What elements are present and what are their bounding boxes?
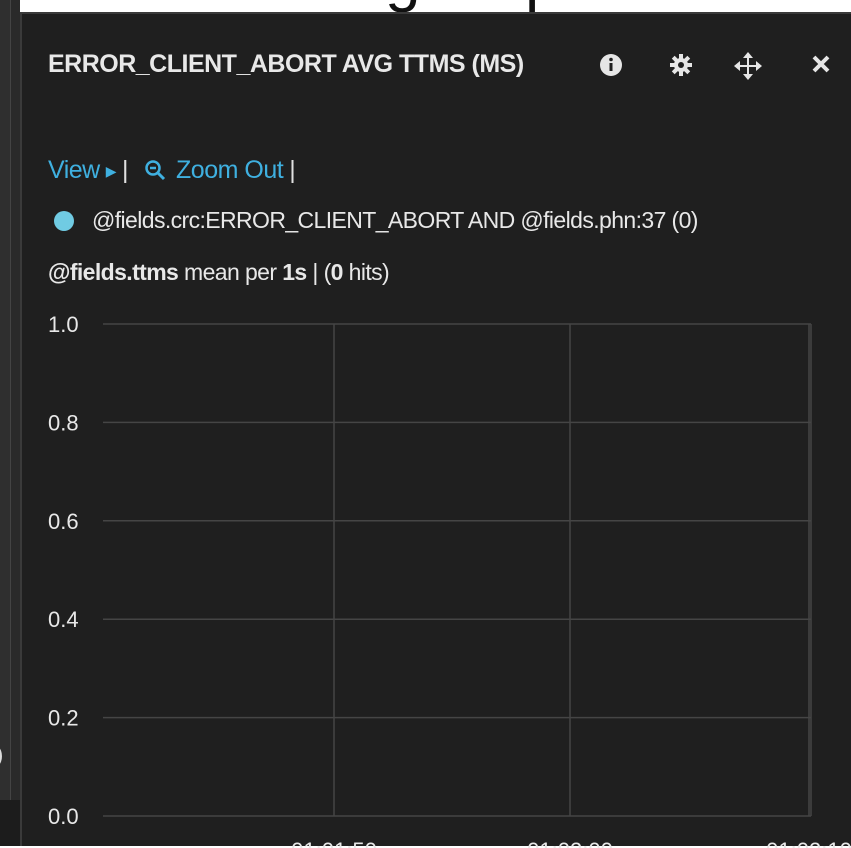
adjacent-panel-border [0, 0, 11, 800]
y-tick-label: 0.0 [48, 804, 79, 829]
x-tick-label: 01:02:10 [766, 838, 851, 848]
y-tick-label: 0.8 [48, 410, 79, 435]
histogram-panel: ERROR_CLIENT_ABORT AVG TTMS (MS) View ▶ | Z… [20, 12, 851, 848]
y-tick-label: 1.0 [48, 312, 79, 337]
histogram-chart: 0.0 0.2 0.4 0.6 0.8 1.0 01:01:50 01:02:00 01:02:… [48, 312, 851, 848]
x-tick-label: 01:01:50 [291, 838, 377, 848]
y-tick-label: 0.6 [48, 509, 79, 534]
adjacent-panel-text-fragment: ) [0, 742, 3, 768]
adjacent-panel-edge: ) [0, 0, 20, 846]
x-tick-label: 01:02:00 [527, 838, 613, 848]
panel-gutter [0, 800, 20, 846]
y-tick-label: 0.4 [48, 607, 79, 632]
header-text-fragment: g p [20, 0, 851, 12]
y-tick-label: 0.2 [48, 706, 79, 731]
